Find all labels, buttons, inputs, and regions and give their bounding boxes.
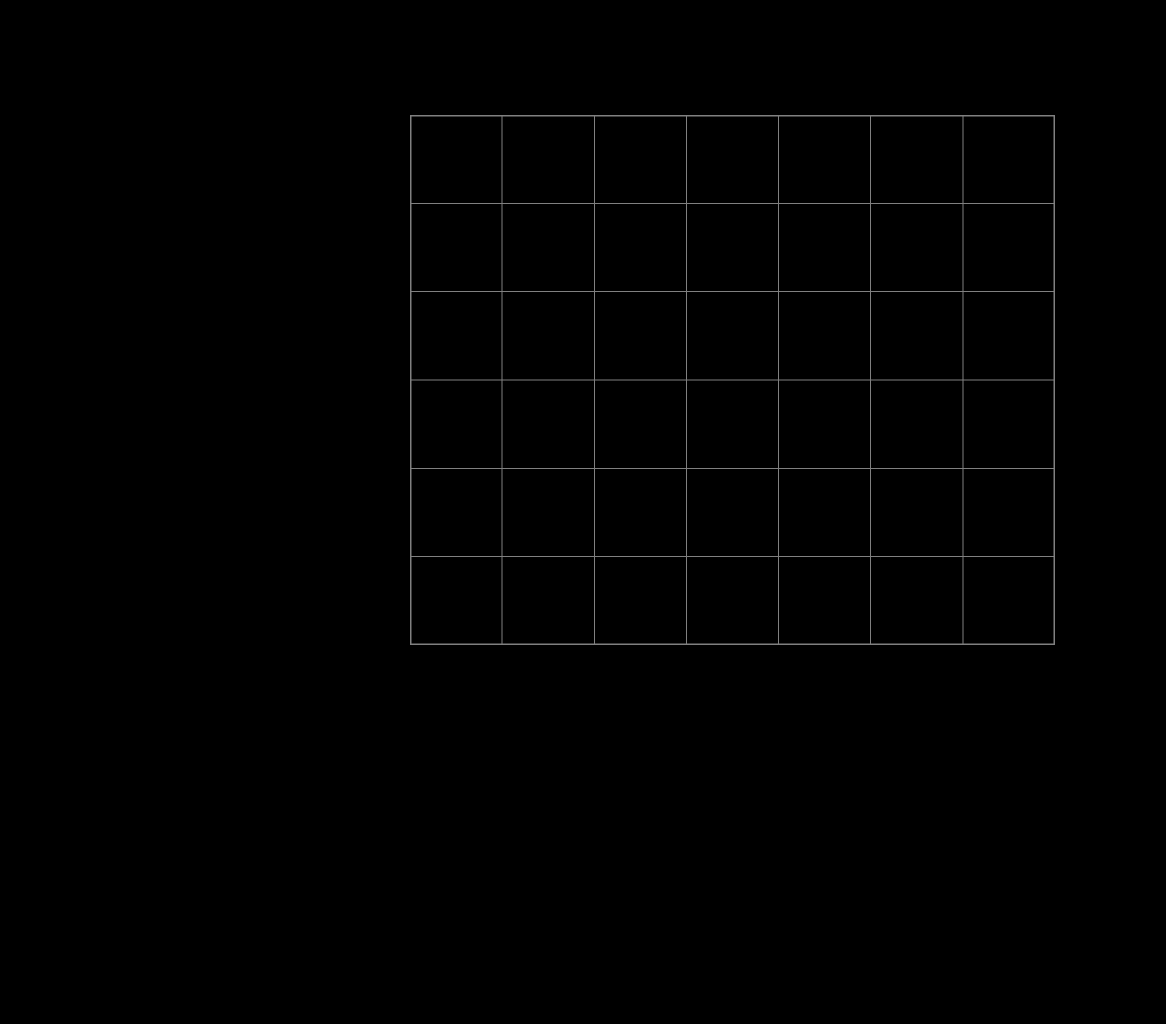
chart-plot-area (410, 115, 1055, 645)
chart-grid (410, 115, 1055, 645)
grid-lines-horizontal (410, 203, 1055, 556)
